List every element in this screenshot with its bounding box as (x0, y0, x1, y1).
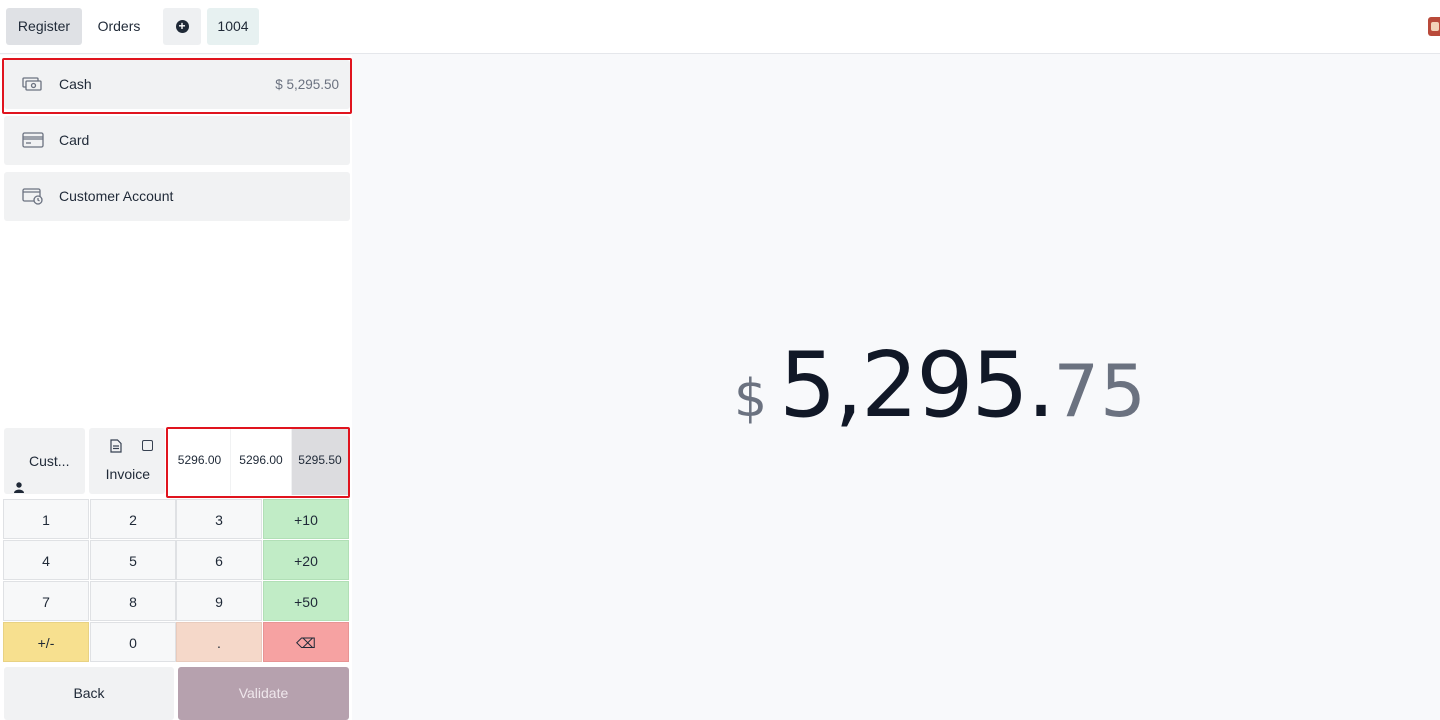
total-due: $5,295.75 (734, 333, 1147, 438)
numpad-key-plus-20[interactable]: +20 (263, 540, 349, 580)
payment-method-card[interactable]: Card (4, 116, 350, 165)
numpad-key-6[interactable]: 6 (176, 540, 262, 580)
back-button[interactable]: Back (4, 667, 174, 720)
orders-tab[interactable]: Orders (86, 8, 152, 45)
validate-button[interactable]: Validate (178, 667, 349, 720)
quick-amount-button[interactable]: 5296.00 (231, 429, 291, 495)
numpad-key-0[interactable]: 0 (90, 622, 176, 662)
numpad-key-9[interactable]: 9 (176, 581, 262, 621)
payment-summary: $5,295.75 (352, 55, 1440, 720)
numpad-key-3[interactable]: 3 (176, 499, 262, 539)
quick-amount-button[interactable]: 5295.50 (292, 429, 348, 495)
customer-label: Cust... (29, 453, 70, 469)
currency-symbol: $ (734, 369, 768, 429)
customer-button[interactable]: Cust... (4, 428, 85, 494)
payment-panel: Cash $ 5,295.50 Card Customer Account Cu… (0, 55, 352, 720)
numpad-key-decimal[interactable]: . (176, 622, 262, 662)
card-icon (22, 131, 44, 149)
payment-method-amount: $ 5,295.50 (275, 77, 339, 92)
add-order-button[interactable]: + (163, 8, 201, 45)
user-avatar[interactable] (1428, 17, 1440, 36)
payment-method-label: Cash (59, 76, 92, 92)
numpad-key-backspace[interactable]: ⌫ (263, 622, 349, 662)
quick-amount-button[interactable]: 5296.00 (169, 429, 230, 495)
quick-amounts: 5296.00 5296.00 5295.50 (169, 429, 348, 495)
register-tab[interactable]: Register (6, 8, 82, 45)
total-decimals: 75 (1053, 349, 1147, 433)
invoice-button[interactable]: Invoice (89, 428, 165, 494)
cash-icon (22, 75, 44, 93)
numpad-key-5[interactable]: 5 (90, 540, 176, 580)
numpad-key-1[interactable]: 1 (3, 499, 89, 539)
numpad-key-7[interactable]: 7 (3, 581, 89, 621)
plus-circle-icon: + (175, 19, 189, 33)
invoice-label: Invoice (105, 466, 150, 482)
payment-method-label: Card (59, 132, 90, 148)
numpad-key-plus-50[interactable]: +50 (263, 581, 349, 621)
order-number-tab[interactable]: 1004 (207, 8, 259, 45)
wallet-icon (22, 187, 44, 205)
top-bar: Register Orders + 1004 (0, 0, 1440, 54)
document-icon (110, 439, 122, 453)
numpad-key-plus-10[interactable]: +10 (263, 499, 349, 539)
numpad-key-4[interactable]: 4 (3, 540, 89, 580)
payment-method-customer-account[interactable]: Customer Account (4, 172, 350, 221)
user-icon (14, 455, 24, 494)
payment-method-cash[interactable]: Cash $ 5,295.50 (4, 60, 350, 109)
total-integer: 5,295. (779, 333, 1055, 438)
numpad-key-plus-minus[interactable]: +/- (3, 622, 89, 662)
numpad: 1 2 3 +10 4 5 6 +20 7 8 9 +50 +/- 0 . ⌫ (3, 499, 350, 664)
numpad-key-2[interactable]: 2 (90, 499, 176, 539)
numpad-key-8[interactable]: 8 (90, 581, 176, 621)
payment-method-label: Customer Account (59, 188, 174, 204)
invoice-checkbox[interactable] (142, 440, 153, 451)
